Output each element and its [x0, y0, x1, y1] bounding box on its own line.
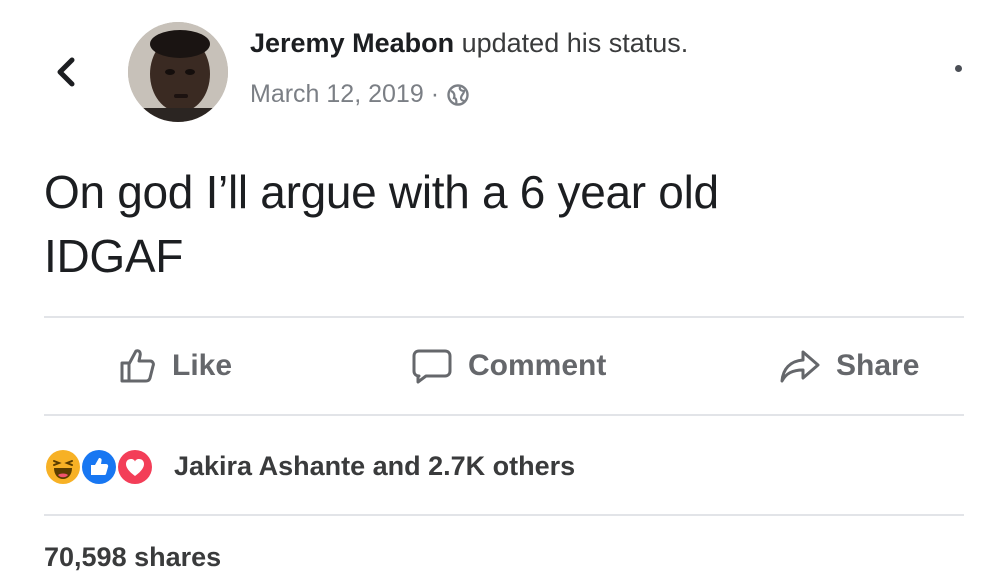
share-arrow-icon	[780, 350, 820, 383]
reactions-summary[interactable]: Jakira Ashante and 2.7K others	[44, 438, 575, 494]
post-meta: March 12, 2019 ·	[250, 80, 470, 109]
shares-count[interactable]: 70,598 shares	[44, 542, 221, 573]
meta-separator: ·	[430, 80, 440, 108]
globe-icon[interactable]	[446, 83, 470, 107]
status-text: updated his status.	[461, 28, 689, 58]
like-button[interactable]: Like	[118, 318, 232, 414]
comment-label: Comment	[468, 349, 607, 382]
share-button[interactable]: Share	[778, 318, 919, 414]
divider	[44, 414, 964, 416]
like-reaction-icon	[80, 448, 118, 486]
love-reaction-icon	[116, 448, 154, 486]
like-label: Like	[172, 349, 233, 382]
back-button[interactable]	[46, 52, 86, 92]
post-text: On god I’ll argue with a 6 year old IDGA…	[44, 160, 944, 288]
post-text-line: On god I’ll argue with a 6 year old	[44, 166, 719, 218]
share-label: Share	[836, 349, 920, 382]
reaction-icons	[44, 444, 166, 488]
reaction-summary-text: Jakira Ashante and 2.7K others	[174, 450, 576, 481]
thumbs-up-icon	[120, 349, 155, 383]
post-date[interactable]: March 12, 2019	[250, 80, 424, 109]
divider	[44, 514, 964, 516]
post-header: Jeremy Meabon updated his status. March …	[0, 0, 998, 140]
avatar[interactable]	[128, 22, 228, 122]
chevron-left-icon	[57, 57, 75, 87]
post-text-line: IDGAF	[44, 230, 184, 282]
profile-photo	[128, 22, 228, 122]
more-options-button[interactable]	[946, 56, 970, 80]
action-bar: Like Comment Share	[44, 318, 964, 414]
haha-reaction-icon	[44, 448, 82, 486]
author-line: Jeremy Meabon updated his status.	[250, 28, 688, 59]
comment-button[interactable]: Comment	[410, 318, 606, 414]
more-dot-icon	[954, 64, 962, 72]
author-name[interactable]: Jeremy Meabon	[250, 28, 454, 58]
comment-bubble-icon	[412, 349, 452, 384]
